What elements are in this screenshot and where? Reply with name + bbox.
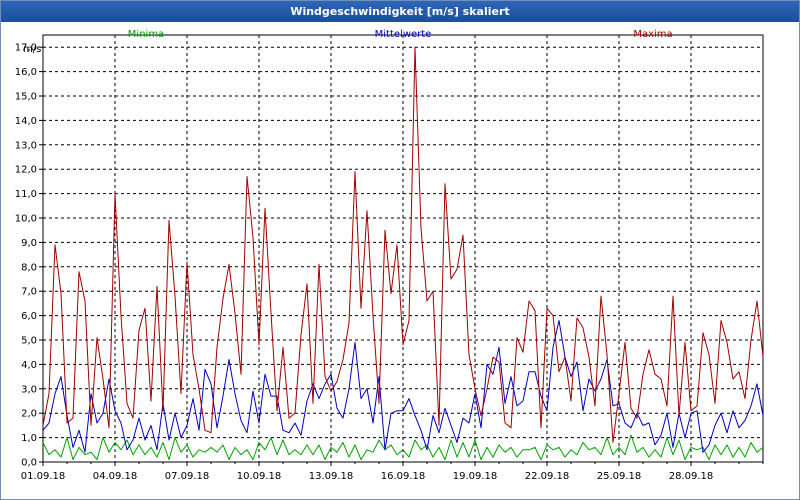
y-tick-label: 9,0 bbox=[21, 238, 37, 249]
chart-window: Windgeschwindigkeit [m/s] skaliert 0,0 1,… bbox=[0, 0, 800, 500]
y-tick-label: 13,0 bbox=[15, 140, 37, 151]
y-axis-ticks: 0,0 1,0 2,0 3,0 4,0 5,0 6,0 7,0 8,0 9,0 10,0 11,0 12… bbox=[15, 43, 43, 469]
y-tick-label: 15,0 bbox=[15, 92, 37, 103]
x-tick-label: 19.09.18 bbox=[453, 471, 498, 482]
x-tick-label: 25.09.18 bbox=[597, 471, 642, 482]
legend-maxima: Maxima bbox=[633, 29, 672, 40]
y-tick-label: 2,0 bbox=[21, 409, 37, 420]
x-tick-label: 10.09.18 bbox=[237, 471, 282, 482]
y-tick-label: 5,0 bbox=[21, 336, 37, 347]
x-tick-label: 13.09.18 bbox=[309, 471, 354, 482]
x-tick-label: 01.09.18 bbox=[21, 471, 66, 482]
x-tick-label: 04.09.18 bbox=[93, 471, 138, 482]
y-tick-label: 0,0 bbox=[21, 458, 37, 469]
y-tick-label: 14,0 bbox=[15, 116, 37, 127]
wind-speed-chart: 0,0 1,0 2,0 3,0 4,0 5,0 6,0 7,0 8,0 9,0 10,0 11,0 12… bbox=[15, 29, 764, 482]
y-tick-label: 11,0 bbox=[15, 189, 37, 200]
x-tick-label: 16.09.18 bbox=[381, 471, 426, 482]
y-tick-label: 10,0 bbox=[15, 214, 37, 225]
x-tick-label: 22.09.18 bbox=[525, 471, 570, 482]
y-tick-label: 3,0 bbox=[21, 384, 37, 395]
x-tick-label: 07.09.18 bbox=[165, 471, 210, 482]
y-tick-label: 8,0 bbox=[21, 262, 37, 273]
window-title: Windgeschwindigkeit [m/s] skaliert bbox=[1, 1, 799, 22]
x-axis-ticks: 01.09.18 04.09.18 07.09.18 10.09.18 13.09.18… bbox=[21, 462, 764, 482]
y-axis-label: m/s bbox=[23, 44, 41, 55]
legend-minima: Minima bbox=[128, 29, 164, 40]
y-tick-label: 4,0 bbox=[21, 360, 37, 371]
y-tick-label: 16,0 bbox=[15, 67, 37, 78]
y-tick-label: 6,0 bbox=[21, 311, 37, 322]
y-tick-label: 12,0 bbox=[15, 165, 37, 176]
y-tick-label: 1,0 bbox=[21, 433, 37, 444]
legend-mittelwerte: Mittelwerte bbox=[375, 29, 432, 40]
y-tick-label: 7,0 bbox=[21, 287, 37, 298]
x-tick-label: 28.09.18 bbox=[669, 471, 714, 482]
